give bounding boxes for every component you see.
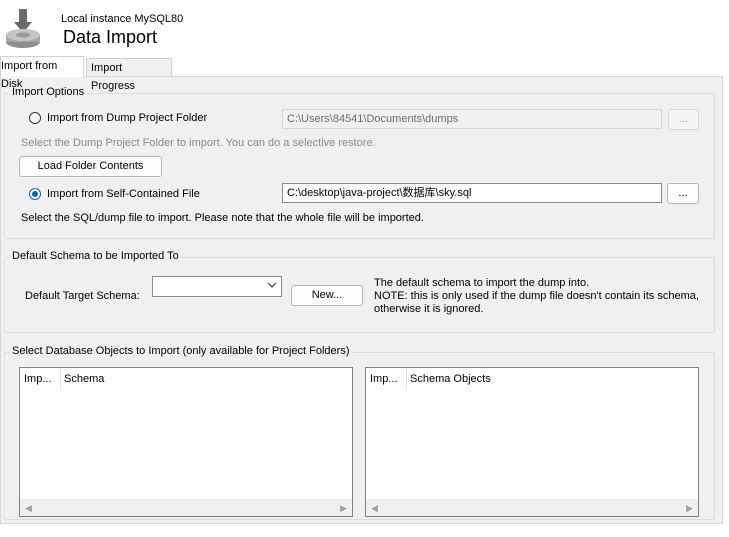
tab-import-progress[interactable]: Import Progress [86, 58, 172, 92]
self-contained-hint: Select the SQL/dump file to import. Plea… [21, 212, 424, 224]
default-schema-title: Default Schema to be Imported To [10, 250, 181, 262]
default-schema-note-1: The default schema to import the dump in… [374, 277, 590, 289]
schema-list-col-schema[interactable]: Schema [64, 368, 104, 390]
objects-list-col-import[interactable]: Imp... [370, 368, 398, 390]
tab-import-from-disk[interactable]: Import from Disk [0, 56, 84, 90]
default-schema-note-2: NOTE: this is only used if the dump file… [374, 290, 699, 302]
dump-folder-hint: Select the Dump Project Folder to import… [21, 137, 376, 149]
dump-folder-path-input[interactable]: C:\Users\84541\Documents\dumps [282, 109, 662, 129]
scroll-right-icon[interactable]: ▶ [340, 503, 347, 514]
objects-group-title: Select Database Objects to Import (only … [10, 345, 352, 357]
page-title: Data Import [63, 27, 158, 47]
database-import-icon [4, 9, 42, 49]
schema-list[interactable]: Imp... Schema ◀ ▶ [19, 367, 353, 517]
self-contained-browse-button[interactable]: ... [667, 183, 699, 204]
scroll-left-icon[interactable]: ◀ [371, 503, 378, 514]
dump-folder-label: Import from Dump Project Folder [47, 112, 208, 124]
dump-folder-browse-button[interactable]: ... [668, 109, 699, 130]
scroll-left-icon[interactable]: ◀ [25, 503, 32, 514]
scroll-right-icon[interactable]: ▶ [686, 503, 693, 514]
self-contained-path-input[interactable]: C:\desktop\java-project\数据库\sky.sql [282, 183, 662, 203]
column-divider [406, 368, 407, 390]
new-schema-button[interactable]: New... [291, 285, 363, 306]
self-contained-label: Import from Self-Contained File [47, 188, 200, 200]
load-folder-contents-button[interactable]: Load Folder Contents [19, 156, 162, 177]
schema-objects-list[interactable]: Imp... Schema Objects ◀ ▶ [365, 367, 699, 517]
dump-folder-radio[interactable] [29, 112, 41, 124]
self-contained-radio[interactable] [29, 188, 41, 200]
schema-list-hscrollbar[interactable]: ◀ ▶ [20, 499, 352, 516]
chevron-down-icon [267, 280, 277, 293]
default-schema-note-3: otherwise it is ignored. [374, 303, 484, 315]
objects-list-col-schema-objects[interactable]: Schema Objects [410, 368, 491, 390]
column-divider [60, 368, 61, 390]
instance-name: Local instance MySQL80 [61, 13, 184, 25]
objects-list-hscrollbar[interactable]: ◀ ▶ [366, 499, 698, 516]
default-target-schema-label: Default Target Schema: [25, 290, 140, 302]
schema-list-col-import[interactable]: Imp... [24, 368, 52, 390]
default-target-schema-select[interactable] [152, 276, 282, 297]
